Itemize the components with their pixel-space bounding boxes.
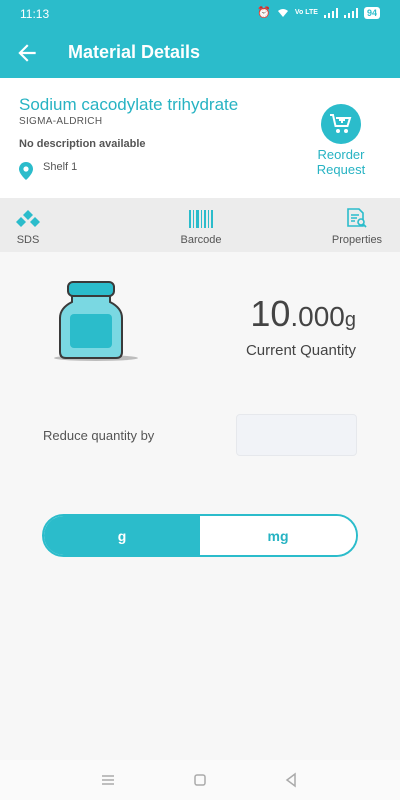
alarm-icon: ⏰: [257, 7, 271, 19]
quantity-unit: g: [344, 309, 356, 331]
material-name: Sodium cacodylate trihydrate: [19, 95, 239, 114]
material-location: Shelf 1: [43, 161, 78, 173]
quantity-integer: 10: [250, 293, 291, 334]
status-bar: 11:13 ⏰ Vo LTE 94: [0, 0, 400, 28]
material-header-card: Sodium cacodylate trihydrate SIGMA-ALDRI…: [0, 78, 400, 198]
detail-tabs: SDS Barcode Properties: [0, 198, 400, 252]
back-arrow-icon[interactable]: [14, 40, 40, 66]
material-description: No description available: [19, 138, 146, 150]
wifi-icon: [277, 8, 288, 17]
menu-icon[interactable]: [98, 770, 118, 790]
signal-icon: [323, 7, 338, 18]
signal-icon-2: [343, 7, 358, 18]
barcode-icon: [189, 210, 213, 228]
current-quantity: 10.000g Current Quantity: [245, 294, 356, 360]
back-triangle-icon[interactable]: [281, 770, 301, 790]
cart-add-icon: [321, 104, 361, 144]
quantity-decimal: .000: [290, 301, 345, 332]
system-nav-bar: [0, 760, 400, 800]
network-type-label: Vo LTE: [294, 9, 318, 16]
tab-properties-label: Properties: [331, 234, 383, 246]
tab-properties[interactable]: Properties: [322, 198, 392, 252]
quantity-value: 10.000g: [246, 294, 356, 340]
reduce-quantity-input[interactable]: [236, 414, 357, 456]
status-time: 11:13: [20, 7, 50, 21]
app-bar: Material Details: [0, 28, 400, 78]
jar-icon: [54, 281, 138, 361]
battery-icon: 94: [363, 6, 380, 19]
tab-barcode[interactable]: Barcode: [166, 198, 236, 252]
reduce-quantity-label: Reduce quantity by: [43, 428, 155, 443]
page-title: Material Details: [68, 42, 201, 62]
tab-barcode-label: Barcode: [180, 234, 222, 246]
reorder-label-1: Reorder: [317, 147, 365, 162]
status-icons: ⏰ Vo LTE 94: [257, 6, 380, 19]
unit-option-mg[interactable]: mg: [200, 516, 356, 555]
home-icon[interactable]: [190, 770, 210, 790]
sds-icon: [16, 210, 40, 227]
reorder-request-button[interactable]: Reorder Request: [306, 104, 376, 177]
tab-sds-label: SDS: [16, 234, 40, 246]
unit-option-g[interactable]: g: [44, 516, 200, 555]
tab-sds[interactable]: SDS: [8, 198, 48, 252]
quantity-caption: Current Quantity: [245, 342, 356, 359]
unit-toggle: g mg: [42, 514, 358, 557]
reorder-label-2: Request: [316, 162, 366, 177]
location-pin-icon: [19, 162, 33, 180]
material-brand: SIGMA-ALDRICH: [19, 116, 103, 127]
properties-icon: [347, 208, 367, 228]
